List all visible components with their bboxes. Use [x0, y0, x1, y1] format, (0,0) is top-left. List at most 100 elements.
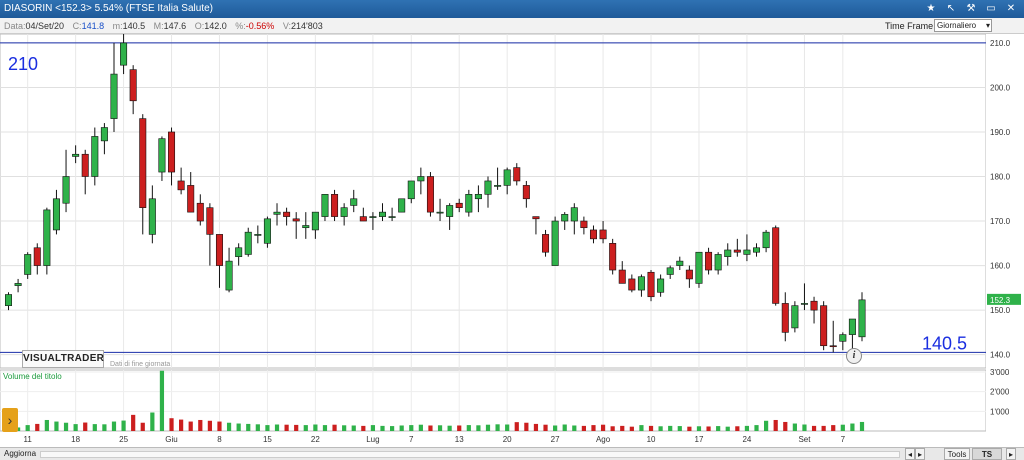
max-value: 147.6 — [163, 21, 187, 31]
candle-body — [158, 138, 166, 173]
volume-bar — [850, 423, 855, 431]
candle-body — [791, 305, 799, 329]
pin-icon[interactable]: ↖ — [944, 2, 958, 16]
candle-body — [206, 207, 214, 235]
x-tick-label: 22 — [311, 435, 320, 444]
candle-body — [369, 216, 377, 218]
volume-bar — [370, 425, 376, 431]
volume-bar — [514, 422, 519, 431]
volume-bar — [409, 425, 414, 431]
volume-bar — [677, 426, 682, 431]
candle-body — [733, 249, 741, 253]
volume-bar — [255, 424, 260, 431]
volume-tick-label: 3'000 — [990, 368, 1010, 377]
candle-body — [24, 254, 32, 275]
candle-body — [254, 234, 262, 236]
volume-bar — [54, 421, 59, 431]
candle-body — [311, 211, 319, 231]
volume-bar — [553, 425, 558, 431]
volume-bar — [102, 424, 107, 431]
price-tick-label: 140.0 — [990, 351, 1011, 360]
volume-bar — [169, 418, 174, 431]
volume-bar — [629, 426, 634, 431]
price-tick-label: 160.0 — [990, 262, 1011, 271]
scroll-right-button[interactable]: ▸ — [915, 448, 925, 460]
horizontal-scrollbar[interactable] — [40, 451, 900, 458]
close-icon[interactable]: ✕ — [1004, 2, 1018, 16]
volume-bar — [44, 419, 49, 431]
candle-body — [168, 131, 176, 173]
timeframe-label: Time Frame — [885, 21, 934, 31]
volume-bar — [581, 425, 586, 431]
candle-body — [781, 303, 789, 333]
timeframe-select[interactable]: Giornaliero ▾ — [934, 19, 992, 32]
volume-grid — [0, 369, 987, 432]
volume-bar — [437, 425, 443, 431]
candle-body — [599, 229, 607, 240]
info-icon[interactable]: i — [846, 348, 862, 364]
scroll-end-button[interactable]: ▸ — [1006, 448, 1016, 460]
level-bottom-label: 140.5 — [922, 333, 967, 353]
volume-bar — [198, 419, 203, 431]
volume-bar — [859, 421, 865, 431]
restore-icon[interactable]: ▭ — [984, 2, 998, 16]
candle-body — [283, 211, 291, 217]
x-tick-label: 27 — [551, 435, 560, 444]
candle-body — [398, 198, 406, 213]
volume-panel-frame — [0, 369, 987, 432]
refresh-button[interactable]: Aggiorna — [4, 449, 36, 458]
candle-body — [379, 211, 387, 217]
volume-bar — [159, 370, 165, 431]
candle-body — [407, 180, 415, 200]
volume-title: Volume del titolo — [3, 372, 62, 381]
end-of-day-note: Dati di fine giornata — [110, 361, 171, 368]
candle-body — [705, 251, 713, 271]
candle-body — [129, 69, 137, 102]
vol-value: 214'803 — [291, 21, 323, 31]
x-tick-label: Giu — [165, 435, 177, 444]
volume-bar — [131, 414, 136, 431]
volume-bar — [380, 425, 385, 431]
candle-body — [340, 207, 348, 217]
candle-body — [426, 176, 434, 213]
volume-bar — [236, 423, 241, 431]
side-panel-toggle[interactable]: › — [2, 408, 18, 432]
volume-bar — [610, 426, 615, 431]
star-icon[interactable]: ★ — [924, 2, 938, 16]
candle-body — [829, 345, 837, 348]
candle-body — [676, 260, 684, 266]
candle-body — [81, 153, 89, 177]
candle-body — [542, 234, 550, 253]
volume-bar — [696, 426, 702, 431]
chevron-down-icon: ▾ — [985, 21, 990, 30]
x-axis: 11 18 25 Giu 8 15 22 Lug 7 13 20 27 Ago 10 17 24 Set 7 — [24, 435, 846, 444]
candle-body — [503, 169, 511, 186]
ts-off-button[interactable]: TS OFF — [972, 448, 1002, 460]
window-title: DIASORIN <152.3> 5.54% (FTSE Italia Salu… — [4, 3, 213, 14]
x-tick-label: Lug — [366, 435, 379, 444]
volume-bar — [313, 424, 318, 431]
volume-bar — [668, 425, 673, 431]
volume-bar — [457, 425, 462, 431]
scroll-left-button[interactable]: ◂ — [905, 448, 915, 460]
candle-body — [100, 127, 108, 142]
tools-icon[interactable]: ⚒ — [964, 2, 978, 16]
candle-body — [800, 303, 808, 305]
x-tick-label: 15 — [263, 435, 272, 444]
timeframe-value: Giornaliero — [937, 21, 977, 30]
chart-canvas[interactable]: 140.0 150.0 160.0 170.0 180.0 190.0 200.0 210.0… — [0, 34, 1024, 447]
price-tick-label: 150.0 — [990, 306, 1011, 315]
candle-body — [848, 318, 856, 335]
candle-body — [148, 198, 156, 235]
volume-bar — [811, 425, 817, 431]
volume-bar — [246, 423, 251, 431]
x-tick-label: Ago — [596, 435, 611, 444]
pct-key: %: — [235, 21, 246, 31]
volume-bar — [735, 426, 740, 431]
candle-body — [263, 218, 271, 244]
tools-button[interactable]: Tools — [944, 448, 970, 460]
price-tick-label: 170.0 — [990, 217, 1011, 226]
candle-body — [609, 243, 617, 271]
candle-body — [455, 202, 463, 208]
volume-bar — [121, 420, 126, 431]
